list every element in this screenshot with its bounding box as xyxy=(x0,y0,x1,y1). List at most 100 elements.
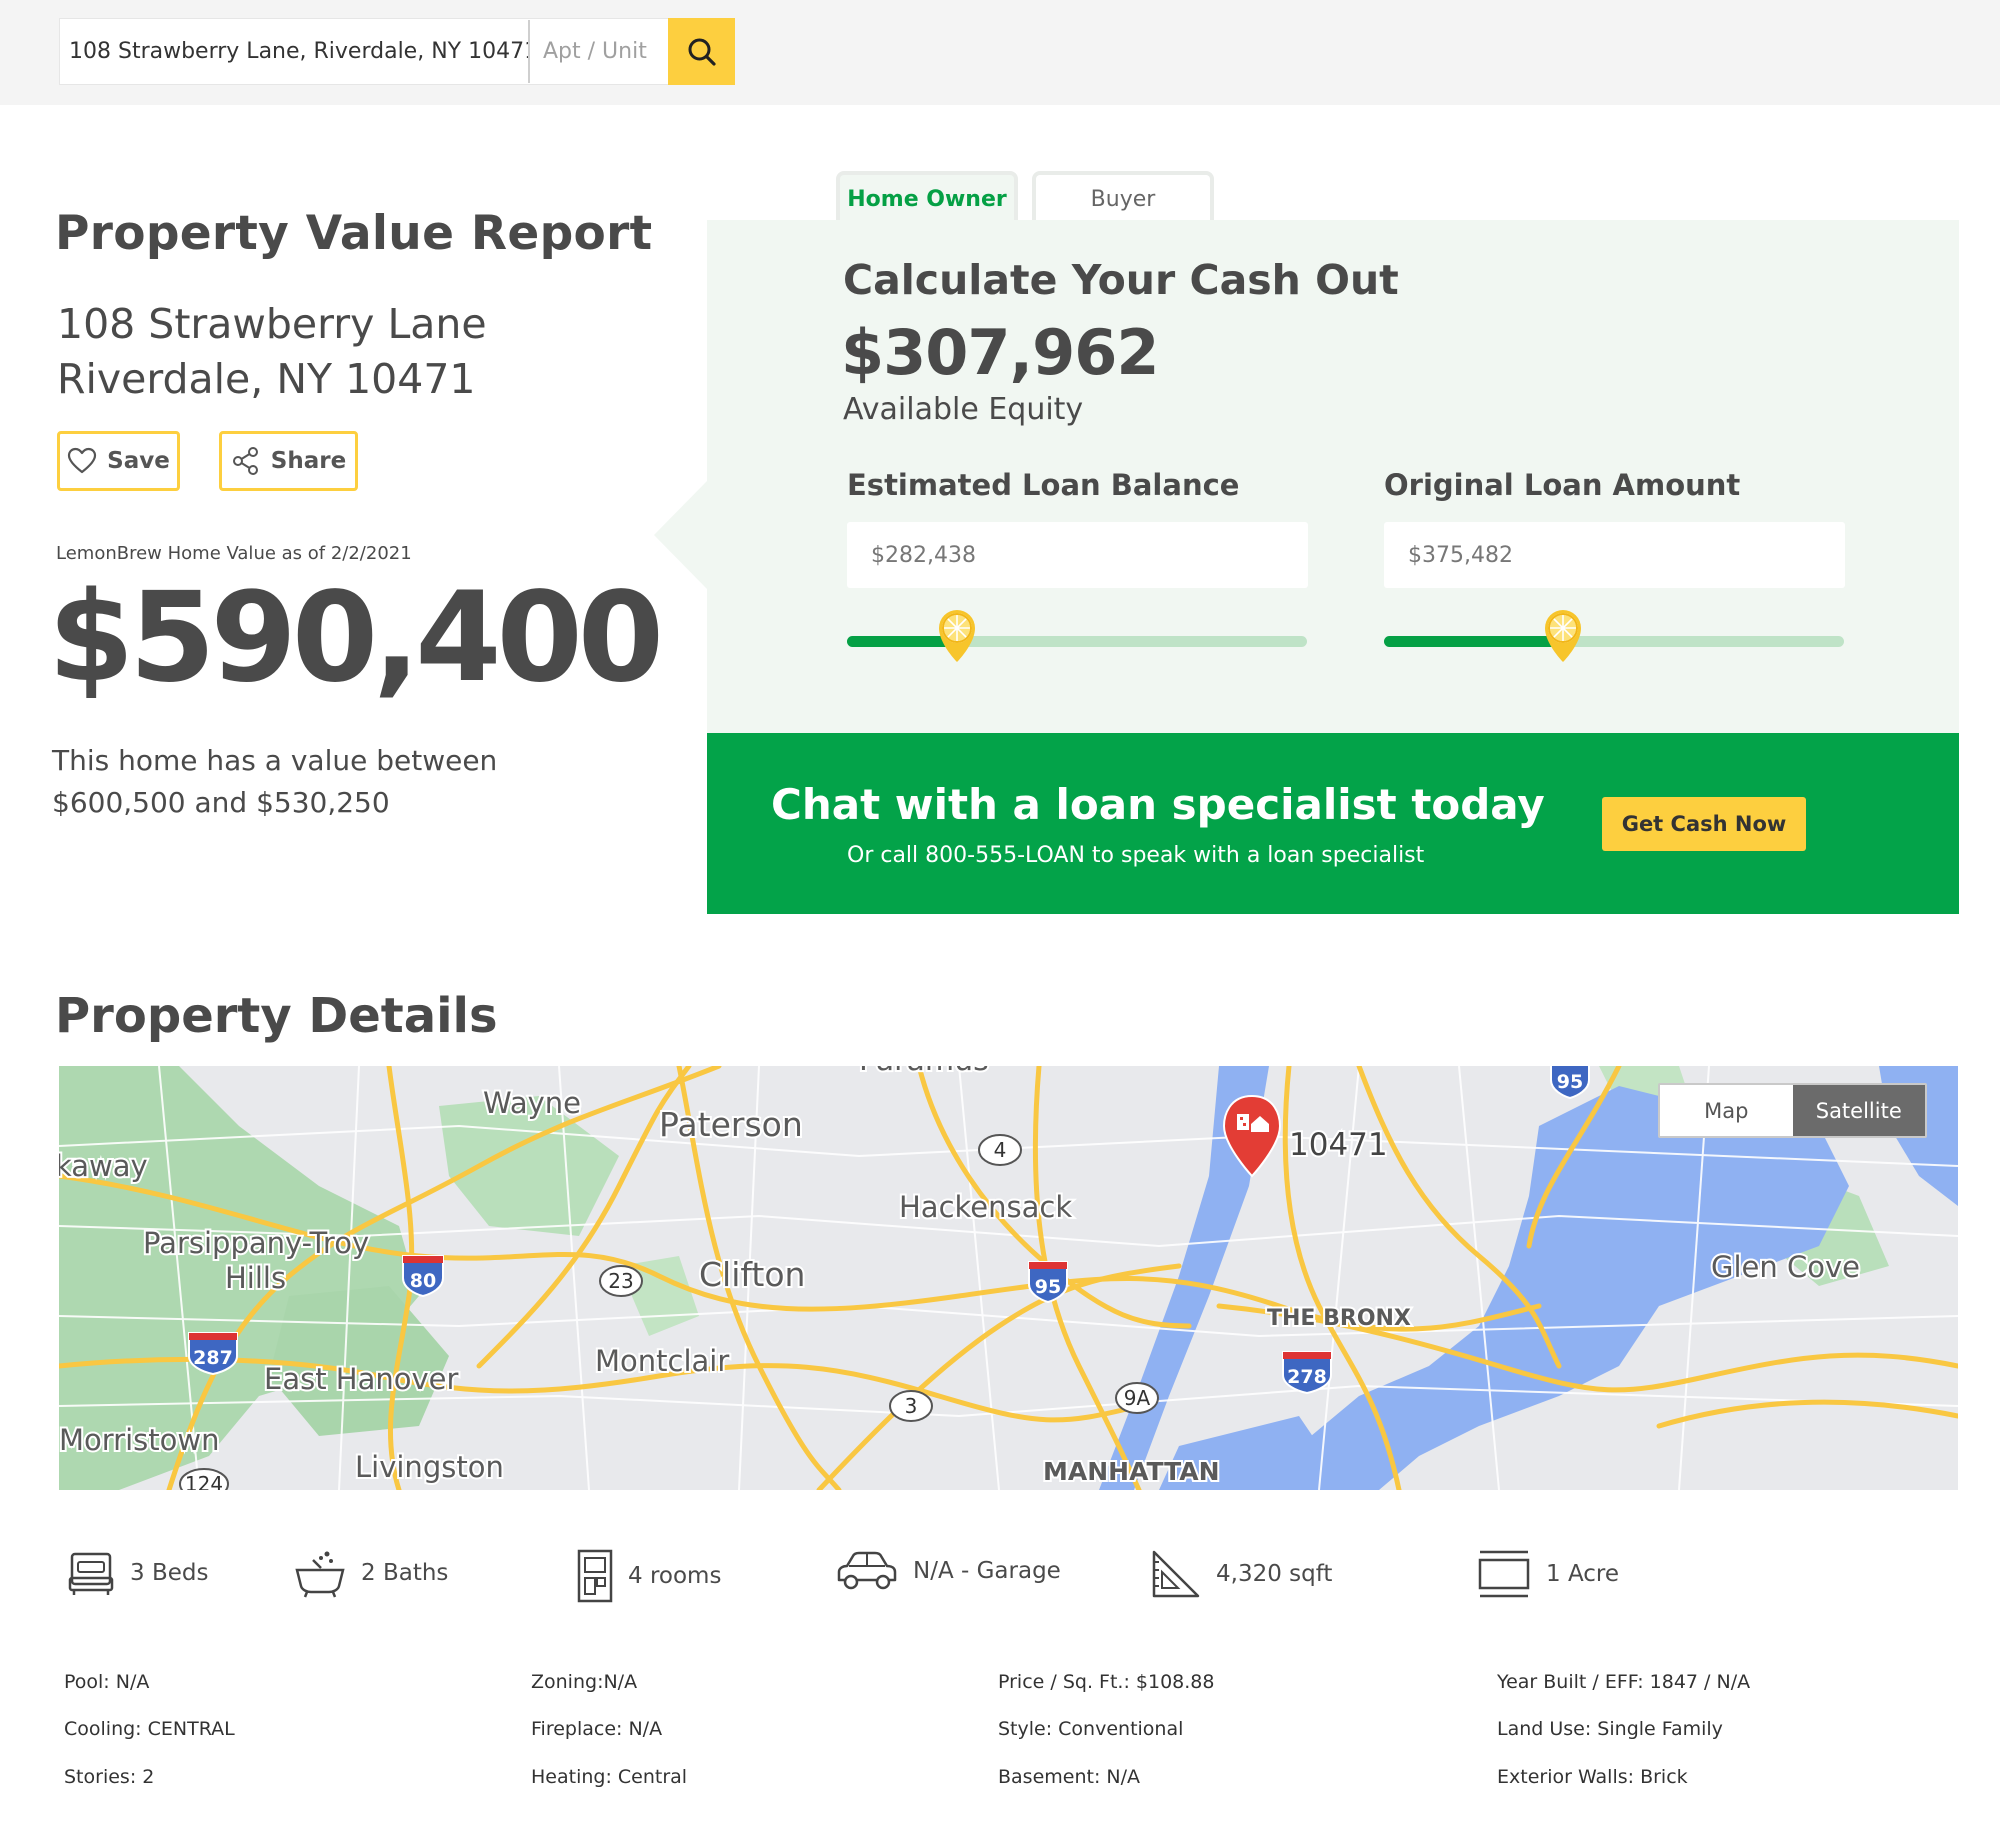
property-address-line1: 108 Strawberry Lane xyxy=(57,300,487,348)
attr-zoning: Zoning:N/A xyxy=(531,1671,638,1693)
feature-garage: N/A - Garage xyxy=(835,1548,1061,1594)
feature-rooms-label: 4 rooms xyxy=(628,1563,722,1589)
get-cash-now-button[interactable]: Get Cash Now xyxy=(1602,797,1806,851)
map-label-paramus: Paramus xyxy=(859,1066,989,1078)
lemon-slider-handle-icon[interactable] xyxy=(1541,606,1585,664)
attr-pool: Pool: N/A xyxy=(64,1671,150,1693)
share-button[interactable]: Share xyxy=(219,431,358,491)
map-label-kaway: kaway xyxy=(59,1149,148,1183)
feature-beds: 3 Beds xyxy=(66,1548,208,1598)
map-label-morristown: Morristown xyxy=(59,1423,219,1457)
available-equity-label: Available Equity xyxy=(843,392,1084,427)
banner-title: Chat with a loan specialist today xyxy=(771,780,1545,829)
feature-sqft: 4,320 sqft xyxy=(1150,1548,1332,1600)
svg-text:4: 4 xyxy=(994,1138,1007,1162)
svg-text:278: 278 xyxy=(1287,1366,1327,1388)
route-shield-23: 23 xyxy=(599,1265,643,1297)
map-label-livingston: Livingston xyxy=(355,1450,504,1484)
map-label-hills: Hills xyxy=(225,1261,286,1295)
svg-text:23: 23 xyxy=(608,1269,633,1293)
map-label-bronx: THE BRONX xyxy=(1267,1306,1411,1331)
bathtub-icon xyxy=(295,1551,345,1598)
map-label-hackensack: Hackensack xyxy=(899,1190,1072,1224)
home-value: $590,400 xyxy=(48,566,664,710)
property-address-line2: Riverdale, NY 10471 xyxy=(57,355,476,403)
map-pin-label: 10471 xyxy=(1289,1127,1388,1163)
svg-text:95: 95 xyxy=(1557,1071,1583,1093)
share-button-label: Share xyxy=(270,448,347,474)
home-value-date: LemonBrew Home Value as of 2/2/2021 xyxy=(56,543,412,564)
bed-icon xyxy=(68,1552,114,1595)
attr-exterior-walls: Exterior Walls: Brick xyxy=(1497,1766,1688,1788)
route-shield-4: 4 xyxy=(978,1134,1022,1166)
attr-land-use: Land Use: Single Family xyxy=(1497,1718,1723,1740)
address-search-form xyxy=(59,18,735,85)
tab-home-owner[interactable]: Home Owner xyxy=(836,171,1018,223)
interstate-shield-80: 80 xyxy=(402,1255,444,1298)
panel-pointer xyxy=(654,480,708,590)
property-details-heading: Property Details xyxy=(55,988,498,1044)
map-label-east-hanover: East Hanover xyxy=(264,1362,458,1396)
feature-baths-label: 2 Baths xyxy=(361,1560,449,1586)
rooms-icon xyxy=(577,1549,613,1603)
car-icon xyxy=(837,1551,897,1590)
original-loan-input[interactable] xyxy=(1384,522,1845,588)
attr-fireplace: Fireplace: N/A xyxy=(531,1718,663,1740)
attr-stories: Stories: 2 xyxy=(64,1766,155,1788)
satellite-view-button[interactable]: Satellite xyxy=(1792,1085,1925,1136)
route-shield-3: 3 xyxy=(889,1390,933,1422)
search-button[interactable] xyxy=(668,18,735,85)
property-map[interactable]: Paramus Wayne Paterson kaway Parsippany-… xyxy=(59,1066,1958,1490)
save-button-label: Save xyxy=(107,448,170,474)
save-button[interactable]: Save xyxy=(57,431,180,491)
original-loan-slider[interactable] xyxy=(1384,610,1844,662)
search-icon xyxy=(688,38,716,66)
attr-year-built: Year Built / EFF: 1847 / N/A xyxy=(1497,1671,1751,1693)
page-title: Property Value Report xyxy=(55,206,653,261)
feature-baths: 2 Baths xyxy=(293,1548,448,1598)
map-label-glen-cove: Glen Cove xyxy=(1711,1250,1860,1284)
square-ruler-icon xyxy=(1152,1550,1200,1598)
feature-rooms: 4 rooms xyxy=(576,1548,721,1604)
route-shield-124: 124 xyxy=(179,1468,229,1490)
tab-buyer[interactable]: Buyer xyxy=(1032,171,1214,223)
svg-text:124: 124 xyxy=(185,1472,223,1490)
unit-input[interactable] xyxy=(530,19,668,84)
map-type-toggle: Map Satellite xyxy=(1658,1083,1927,1138)
map-label-wayne: Wayne xyxy=(483,1086,581,1120)
svg-text:287: 287 xyxy=(193,1347,233,1369)
feature-sqft-label: 4,320 sqft xyxy=(1216,1561,1333,1587)
attr-cooling: Cooling: CENTRAL xyxy=(64,1718,235,1740)
feature-garage-label: N/A - Garage xyxy=(913,1558,1061,1584)
original-loan-label: Original Loan Amount xyxy=(1384,468,1741,502)
estimated-loan-label: Estimated Loan Balance xyxy=(847,468,1240,502)
map-view-button[interactable]: Map xyxy=(1660,1085,1793,1136)
feature-beds-label: 3 Beds xyxy=(130,1560,209,1586)
value-range-amounts: $600,500 and $530,250 xyxy=(52,786,390,819)
calculator-title: Calculate Your Cash Out xyxy=(843,256,1399,304)
map-label-clifton: Clifton xyxy=(699,1255,805,1294)
value-range-text: This home has a value between xyxy=(52,744,498,777)
interstate-shield-287: 287 xyxy=(188,1332,238,1376)
interstate-shield-278: 278 xyxy=(1282,1351,1332,1395)
available-equity-amount: $307,962 xyxy=(841,316,1160,389)
attr-price-sqft: Price / Sq. Ft.: $108.88 xyxy=(998,1671,1215,1693)
svg-text:3: 3 xyxy=(905,1394,918,1418)
estimated-loan-input[interactable] xyxy=(847,522,1308,588)
svg-text:95: 95 xyxy=(1035,1276,1061,1298)
banner-subtitle: Or call 800-555-LOAN to speak with a loa… xyxy=(847,843,1425,868)
feature-lot: 1 Acre xyxy=(1476,1548,1619,1600)
share-icon xyxy=(232,447,258,475)
svg-text:80: 80 xyxy=(410,1270,436,1292)
map-label-parsippany: Parsippany-Troy xyxy=(143,1226,369,1260)
lemon-slider-handle-icon[interactable] xyxy=(935,606,979,664)
map-label-manhattan: MANHATTAN xyxy=(1043,1457,1220,1486)
heart-icon xyxy=(68,447,97,474)
map-label-montclair: Montclair xyxy=(595,1344,729,1378)
estimated-loan-slider[interactable] xyxy=(847,610,1307,662)
attr-basement: Basement: N/A xyxy=(998,1766,1141,1788)
interstate-shield-95-west: 95 xyxy=(1028,1261,1068,1304)
svg-text:9A: 9A xyxy=(1124,1386,1151,1410)
address-input[interactable] xyxy=(60,19,528,84)
attr-heating: Heating: Central xyxy=(531,1766,688,1788)
